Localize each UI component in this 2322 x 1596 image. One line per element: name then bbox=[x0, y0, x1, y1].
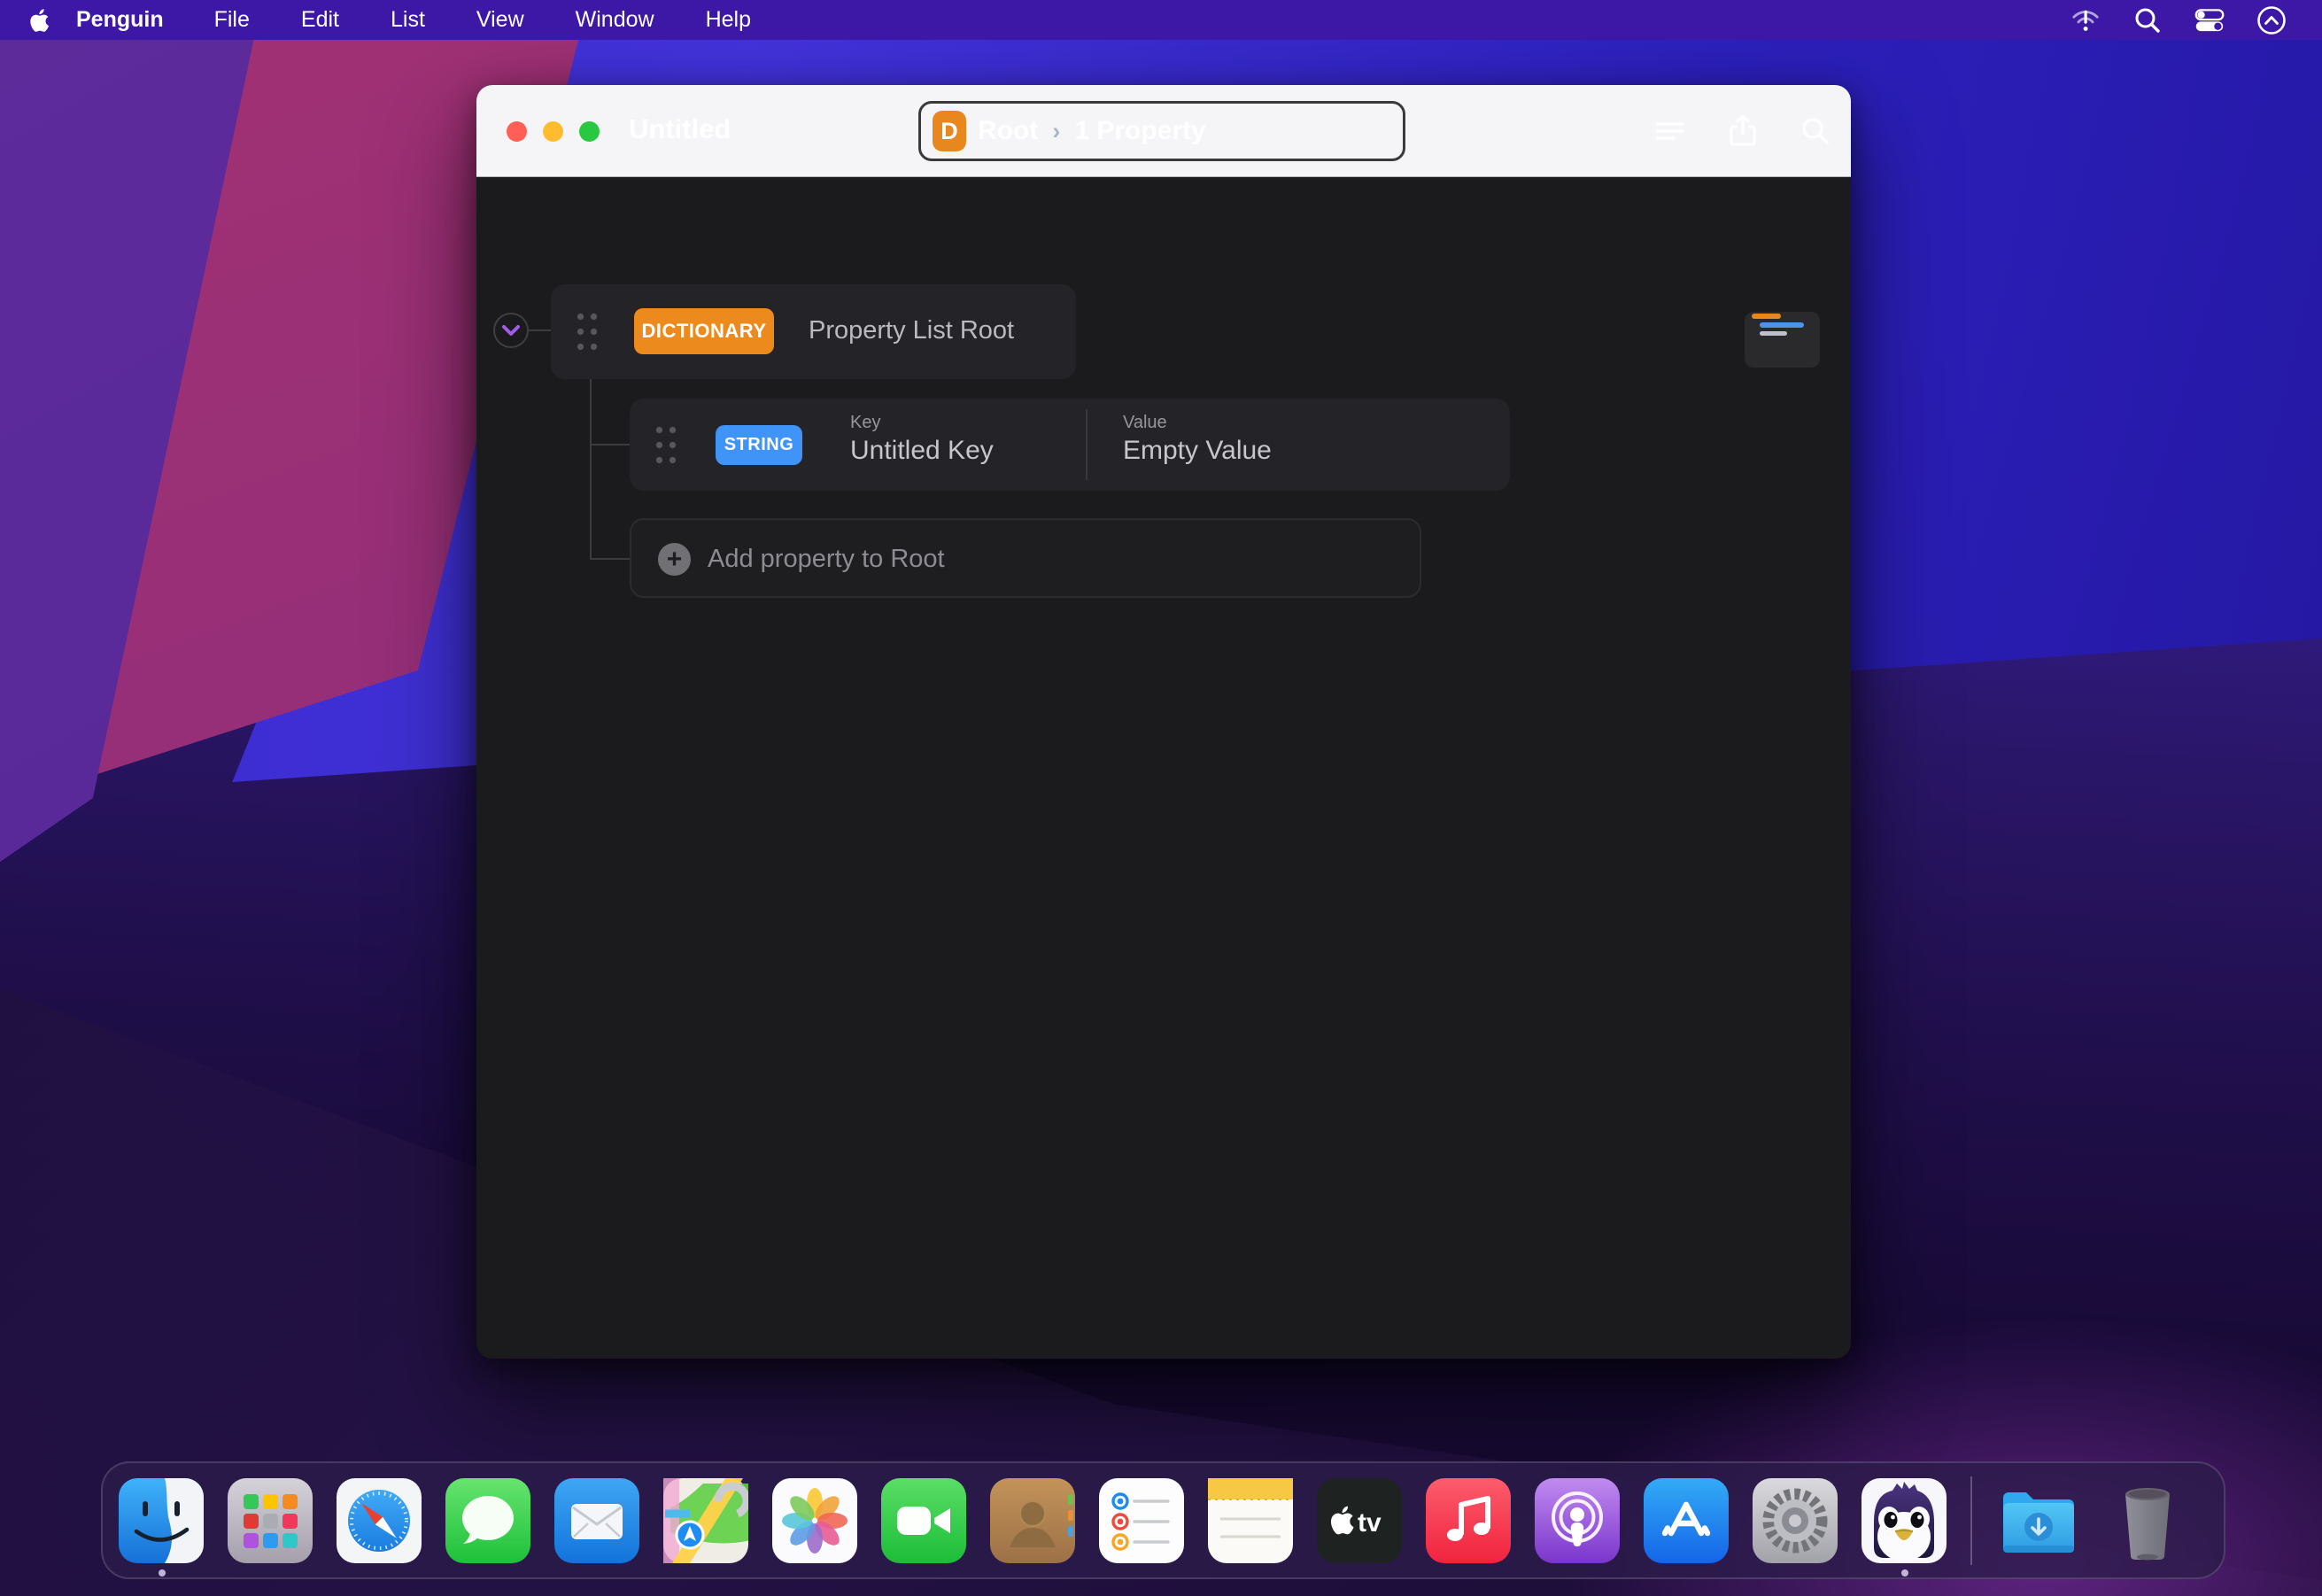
root-row-title: Property List Root bbox=[809, 316, 1014, 345]
menu-help[interactable]: Help bbox=[680, 7, 777, 33]
add-property-label: Add property to Root bbox=[708, 545, 945, 574]
svg-text:tv: tv bbox=[1358, 1508, 1382, 1538]
minimize-button[interactable] bbox=[543, 121, 563, 142]
dock-finder-icon[interactable] bbox=[119, 1478, 204, 1563]
document-minimap[interactable] bbox=[1745, 312, 1820, 368]
menu-view[interactable]: View bbox=[451, 7, 550, 33]
breadcrumb-count: 1 Property bbox=[1074, 116, 1205, 146]
drag-handle-icon[interactable] bbox=[574, 309, 600, 354]
dock-separator bbox=[1970, 1476, 1972, 1565]
breadcrumb-chevron-icon: › bbox=[1052, 118, 1060, 145]
tree-connector bbox=[529, 329, 551, 331]
dock-maps-icon[interactable] bbox=[663, 1478, 748, 1563]
tree-connector bbox=[590, 379, 592, 560]
tree-connector bbox=[590, 558, 630, 560]
dock-mail-icon[interactable] bbox=[554, 1478, 639, 1563]
breadcrumb[interactable]: D Root › 1 Property bbox=[918, 101, 1405, 161]
control-center-icon[interactable] bbox=[2194, 5, 2225, 35]
type-badge-dictionary[interactable]: DICTIONARY bbox=[634, 308, 774, 354]
window-title: Untitled bbox=[629, 113, 731, 145]
zoom-button[interactable] bbox=[579, 121, 600, 142]
dock-system-preferences-icon[interactable] bbox=[1753, 1478, 1838, 1563]
minimap-string-bar bbox=[1760, 322, 1804, 328]
wifi-warning-icon[interactable] bbox=[2070, 5, 2101, 35]
key-label: Key bbox=[850, 413, 880, 433]
minimap-value-bar bbox=[1760, 331, 1787, 336]
breadcrumb-root[interactable]: Root bbox=[978, 116, 1038, 146]
apple-menu-icon[interactable] bbox=[0, 7, 76, 34]
menu-app-name[interactable]: Penguin bbox=[76, 7, 189, 33]
window-titlebar: Untitled D Root › 1 Property bbox=[476, 85, 1851, 177]
dock-launchpad-icon[interactable] bbox=[228, 1478, 313, 1563]
minimap-dictionary-bar bbox=[1752, 314, 1781, 319]
value-label: Value bbox=[1123, 413, 1167, 433]
menu-list[interactable]: List bbox=[365, 7, 451, 33]
menu-bar: Penguin File Edit List View Window Help bbox=[0, 0, 2322, 40]
view-options-icon[interactable] bbox=[1654, 115, 1686, 147]
dock-podcasts-icon[interactable] bbox=[1535, 1478, 1620, 1563]
type-badge-string[interactable]: STRING bbox=[716, 425, 802, 465]
dock-app-store-icon[interactable] bbox=[1644, 1478, 1729, 1563]
dock-penguin-icon[interactable] bbox=[1861, 1478, 1947, 1563]
root-row[interactable]: DICTIONARY Property List Root bbox=[551, 284, 1076, 379]
collapse-root-button[interactable] bbox=[493, 313, 529, 348]
drag-handle-icon[interactable] bbox=[653, 422, 679, 468]
dock-safari-icon[interactable] bbox=[337, 1478, 422, 1563]
dock-reminders-icon[interactable] bbox=[1099, 1478, 1184, 1563]
menu-window[interactable]: Window bbox=[550, 7, 680, 33]
dock-tv-icon[interactable]: tv bbox=[1317, 1478, 1402, 1563]
dock-downloads-folder-icon[interactable] bbox=[1996, 1478, 2081, 1563]
add-property-row[interactable]: + Add property to Root bbox=[630, 518, 1421, 598]
menu-edit[interactable]: Edit bbox=[275, 7, 365, 33]
window-search-icon[interactable] bbox=[1800, 115, 1831, 147]
dock-messages-icon[interactable] bbox=[445, 1478, 530, 1563]
dock-music-icon[interactable] bbox=[1426, 1478, 1511, 1563]
dock: tv bbox=[101, 1461, 2225, 1579]
plist-editor-canvas: DICTIONARY Property List Root STRING Key… bbox=[476, 177, 1851, 1359]
penguin-running-dot bbox=[1901, 1569, 1908, 1577]
screen-mirroring-icon[interactable] bbox=[2256, 5, 2287, 35]
tree-connector bbox=[590, 444, 630, 445]
close-button[interactable] bbox=[507, 121, 527, 142]
dock-notes-icon[interactable] bbox=[1208, 1478, 1293, 1563]
plus-icon: + bbox=[658, 543, 691, 576]
key-field[interactable]: Untitled Key bbox=[850, 436, 994, 466]
share-icon[interactable] bbox=[1727, 115, 1759, 147]
finder-running-dot bbox=[159, 1569, 166, 1577]
column-divider bbox=[1086, 409, 1087, 480]
value-field[interactable]: Empty Value bbox=[1123, 436, 1272, 466]
dock-facetime-icon[interactable] bbox=[881, 1478, 966, 1563]
property-row[interactable]: STRING Key Untitled Key Value Empty Valu… bbox=[630, 399, 1510, 491]
spotlight-search-icon[interactable] bbox=[2132, 5, 2163, 35]
dock-photos-icon[interactable] bbox=[772, 1478, 857, 1563]
dock-contacts-icon[interactable] bbox=[990, 1478, 1075, 1563]
penguin-app-window: Untitled D Root › 1 Property bbox=[476, 85, 1851, 1359]
menu-file[interactable]: File bbox=[189, 7, 275, 33]
breadcrumb-type-badge: D bbox=[933, 111, 966, 151]
dock-trash-icon[interactable] bbox=[2105, 1478, 2190, 1563]
